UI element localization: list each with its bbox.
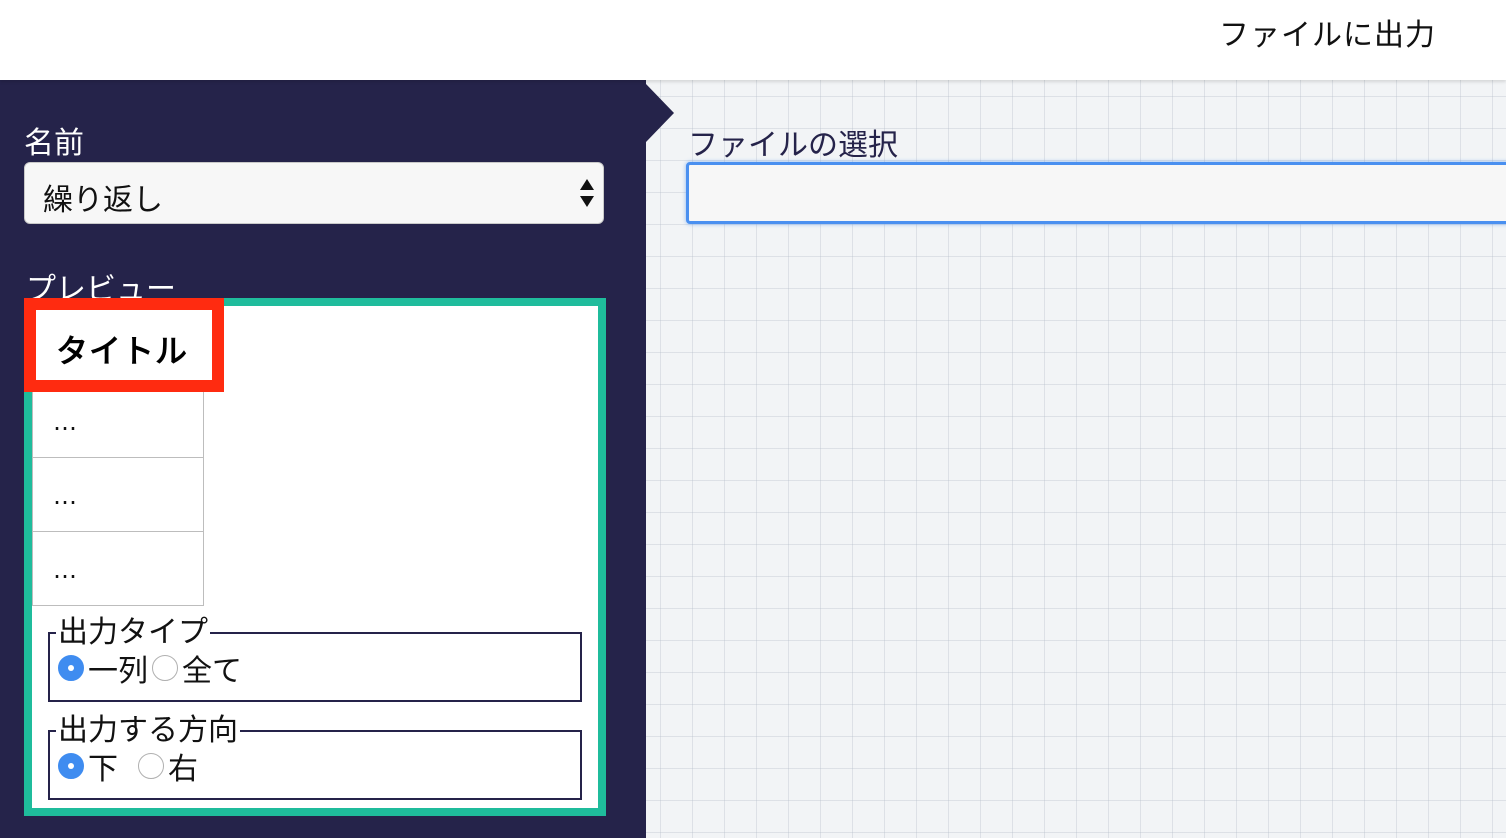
preview-box: … … … タイトル 出力タイプ 一列 全て 出力する方向 下 右: [24, 298, 606, 816]
preview-cell: …: [32, 384, 204, 458]
radio-single-column-label: 一列: [88, 654, 148, 689]
output-direction-fieldset: 出力する方向 下 右: [48, 714, 582, 800]
sidebar-panel: 名前 繰り返し プレビュー … … … タイトル 出力タイプ 一列 全て 出力す…: [0, 80, 646, 838]
top-bar: ファイルに出力: [0, 0, 1506, 80]
preview-cell: …: [32, 532, 204, 606]
preview-cell-text: …: [53, 408, 77, 436]
sidebar-pointer-arrow: [646, 84, 674, 142]
select-arrows-icon: [580, 179, 594, 207]
output-type-options: 一列 全て: [58, 646, 572, 690]
name-select[interactable]: 繰り返し: [24, 162, 604, 224]
file-select-label: ファイルの選択: [688, 128, 898, 163]
radio-down-label: 下: [88, 752, 118, 787]
preview-cells: … … …: [32, 384, 204, 606]
output-type-fieldset: 出力タイプ 一列 全て: [48, 616, 582, 702]
file-select-input[interactable]: [686, 162, 1506, 224]
radio-all-label: 全て: [182, 654, 242, 689]
name-select-value: 繰り返し: [43, 183, 163, 218]
radio-single-column[interactable]: [58, 655, 84, 681]
preview-cell-text: …: [53, 482, 77, 510]
main-canvas: ファイルの選択: [646, 80, 1506, 838]
highlighted-title-cell: タイトル: [24, 298, 224, 392]
radio-right-label: 右: [168, 752, 198, 787]
preview-title-text: タイトル: [56, 332, 189, 370]
radio-right[interactable]: [138, 753, 164, 779]
output-direction-options: 下 右: [58, 744, 572, 788]
preview-cell-text: …: [53, 556, 77, 584]
output-type-legend: 出力タイプ: [58, 615, 208, 650]
page-title: ファイルに出力: [1219, 18, 1436, 53]
radio-down[interactable]: [58, 753, 84, 779]
output-direction-legend: 出力する方向: [58, 713, 238, 748]
name-label: 名前: [24, 126, 84, 161]
preview-cell: …: [32, 458, 204, 532]
radio-all[interactable]: [152, 655, 178, 681]
